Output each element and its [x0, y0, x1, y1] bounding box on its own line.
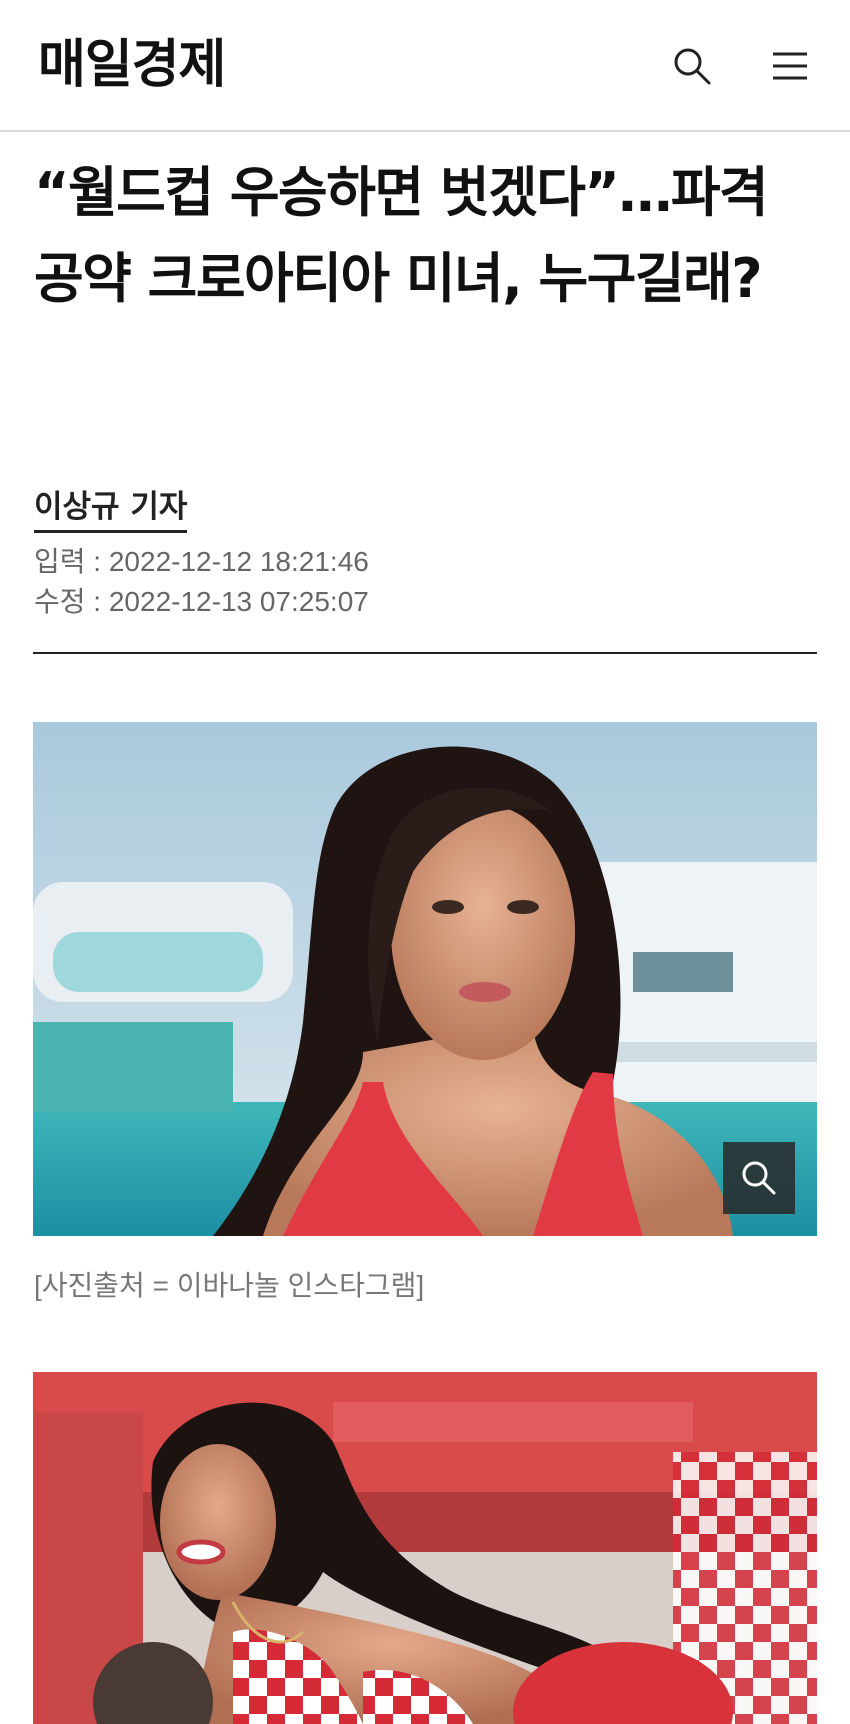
- menu-button[interactable]: [764, 40, 816, 92]
- article-headline: “월드컵 우승하면 벗겠다”…파격 공약 크로아티아 미녀, 누구길래?: [34, 161, 769, 310]
- header-divider: [33, 652, 817, 654]
- author-byline[interactable]: 이상규 기자: [34, 486, 188, 533]
- article-dates: 입력 : 2022-12-12 18:21:46 수정 : 2022-12-13…: [34, 542, 369, 622]
- hamburger-menu-icon: [773, 52, 807, 80]
- site-header: 매일경제: [0, 0, 850, 132]
- published-date: 입력 : 2022-12-12 18:21:46: [34, 546, 369, 577]
- modified-date: 수정 : 2022-12-13 07:25:07: [34, 586, 369, 617]
- search-icon: [674, 48, 711, 85]
- magnifier-zoom-icon: [742, 1161, 776, 1195]
- site-logo[interactable]: 매일경제: [38, 30, 226, 100]
- photo-stadium: [33, 1372, 817, 1724]
- article-photo-2[interactable]: [33, 1372, 817, 1724]
- search-button[interactable]: [666, 40, 718, 92]
- photo-caption: [사진출처 = 이바나놀 인스타그램]: [34, 1270, 425, 1301]
- photo-zoom-button[interactable]: [723, 1142, 795, 1214]
- photo-portrait: [33, 722, 817, 1236]
- article-photo-1[interactable]: [33, 722, 817, 1236]
